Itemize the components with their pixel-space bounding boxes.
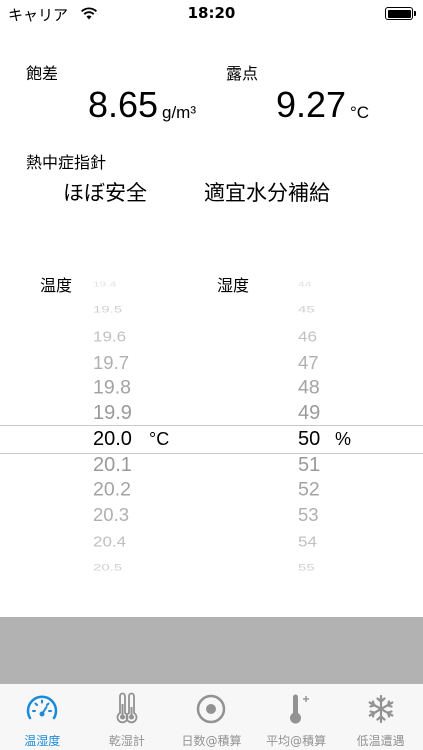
picker-selection-bottom-line [0, 453, 423, 454]
humidity-option-option[interactable]: 48 [298, 377, 320, 398]
temperature-option-option[interactable]: 19.9 [93, 403, 132, 423]
thermometer-pair-icon [116, 692, 138, 724]
battery-icon [385, 7, 416, 20]
dew-point-unit: °C [350, 103, 370, 122]
temperature-option-selected[interactable]: 20.0 [93, 429, 132, 449]
thermometer-plus-icon [290, 694, 310, 724]
tab-low-temperature[interactable]: 低温遭遇 [338, 684, 423, 750]
grey-panel [0, 617, 423, 683]
tab-label: 低温遭遇 [356, 734, 405, 748]
temperature-option-option[interactable]: 19.7 [93, 353, 129, 373]
saturation-value: 8.65 [88, 84, 159, 125]
humidity-option-selected[interactable]: 50 [298, 429, 320, 449]
temperature-unit: °C [149, 429, 170, 449]
humidity-option-option[interactable]: 47 [298, 353, 319, 373]
tab-temperature-humidity[interactable]: 温湿度 [0, 684, 85, 750]
target-icon [197, 694, 226, 724]
humidity-option-option[interactable]: 46 [298, 329, 317, 343]
temperature-option-option[interactable]: 19.6 [93, 329, 126, 343]
temperature-humidity-picker[interactable]: 19.4 19.5 19.6 19.7 19.8 19.9 20.0 20.1 20.2 20.3… [0, 280, 423, 572]
tab-average-accumulation[interactable]: 平均@積算 [254, 684, 339, 750]
saturation-unit: g/m³ [162, 103, 196, 122]
humidity-option-option[interactable]: 51 [298, 455, 320, 475]
saturation-label: 飽差 [26, 64, 59, 83]
clock: 18:20 [187, 4, 236, 22]
humidity-picker-label: 湿度 [217, 276, 250, 295]
gauge-icon [27, 695, 58, 720]
temperature-option-option[interactable]: 20.1 [93, 455, 132, 475]
humidity-option-option[interactable]: 49 [298, 403, 320, 423]
temperature-option-option[interactable]: 20.5 [93, 563, 122, 572]
tab-label: 温湿度 [24, 734, 61, 748]
temperature-option-option[interactable]: 19.8 [93, 377, 131, 398]
temperature-option-option[interactable]: 20.3 [93, 505, 129, 525]
temperature-option-option[interactable]: 19.5 [93, 306, 122, 315]
temperature-option-option[interactable]: 20.2 [93, 480, 131, 501]
humidity-option-option[interactable]: 54 [298, 534, 317, 548]
tab-label: 平均@積算 [266, 734, 327, 748]
heatstroke-level: ほぼ安全 [63, 181, 147, 205]
status-bar: キャリア 18:20 [0, 0, 423, 28]
tab-label: 乾湿計 [108, 734, 145, 748]
humidity-option-option[interactable]: 44 [298, 280, 311, 287]
dew-point-value: 9.27 [276, 84, 347, 125]
temperature-option-option[interactable]: 20.4 [93, 534, 126, 548]
temperature-picker-label: 温度 [40, 276, 73, 295]
tab-label: 日数@積算 [181, 734, 242, 748]
snowflake-icon [368, 694, 394, 724]
humidity-option-option[interactable]: 45 [298, 306, 315, 315]
humidity-option-option[interactable]: 53 [298, 505, 319, 525]
humidity-option-option[interactable]: 52 [298, 480, 320, 501]
dew-point-label: 露点 [226, 64, 259, 83]
tab-psychrometer[interactable]: 乾湿計 [85, 684, 170, 750]
tab-day-count-accumulation[interactable]: 日数@積算 [169, 684, 254, 750]
heatstroke-label: 熱中症指針 [26, 153, 107, 172]
picker-selection-top-line [0, 425, 423, 426]
humidity-unit: % [335, 429, 352, 449]
heatstroke-advice: 適宜水分補給 [204, 181, 330, 205]
tab-bar: 温湿度 乾湿計 日数@積算 平均@積算 低温遭遇 [0, 683, 423, 750]
humidity-option-option[interactable]: 55 [298, 563, 315, 572]
temperature-option-option[interactable]: 19.4 [93, 280, 116, 287]
